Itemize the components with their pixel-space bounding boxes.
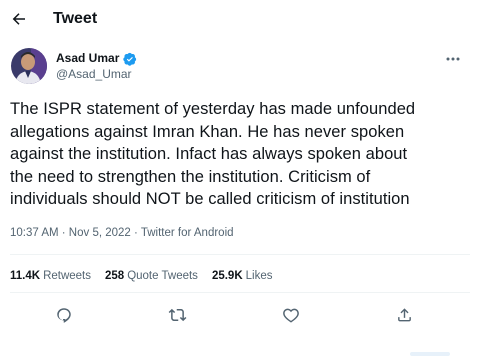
tweet-header: Tweet	[0, 0, 480, 38]
author-name[interactable]: Asad Umar	[56, 51, 137, 66]
verified-badge-icon	[123, 52, 137, 66]
author-handle[interactable]: @Asad_Umar	[56, 67, 132, 82]
avatar[interactable]	[11, 48, 47, 84]
more-options-icon[interactable]	[443, 52, 463, 66]
quote-tweets-stat[interactable]: 258 Quote Tweets	[105, 269, 198, 283]
scroll-indicator	[410, 352, 450, 356]
retweet-icon[interactable]	[165, 303, 189, 327]
likes-label: Likes	[245, 270, 273, 282]
quotes-count: 258	[105, 270, 125, 282]
quotes-label: Quote Tweets	[127, 270, 198, 282]
share-icon[interactable]	[392, 303, 416, 327]
likes-count: 25.9K	[211, 270, 243, 282]
author-name-text[interactable]: Asad Umar	[56, 51, 119, 66]
divider	[10, 254, 470, 255]
reply-icon[interactable]	[52, 303, 76, 327]
tweet-text: The ISPR statement of yesterday has made…	[10, 100, 416, 209]
retweets-count: 11.4K	[10, 270, 41, 282]
tweet-actions	[0, 303, 480, 327]
page-title: Tweet	[53, 10, 98, 27]
retweets-label: Retweets	[43, 270, 91, 282]
tweet-meta: 10:37 AM · Nov 5, 2022 · Twitter for And…	[10, 227, 234, 239]
arrow-left-icon[interactable]	[9, 9, 29, 29]
divider	[10, 292, 470, 293]
like-icon[interactable]	[279, 303, 303, 327]
tweet-stats: 11.4K Retweets 258 Quote Tweets 25.9K Li…	[10, 269, 272, 283]
retweets-stat[interactable]: 11.4K Retweets	[10, 269, 91, 283]
likes-stat[interactable]: 25.9K Likes	[212, 269, 273, 283]
